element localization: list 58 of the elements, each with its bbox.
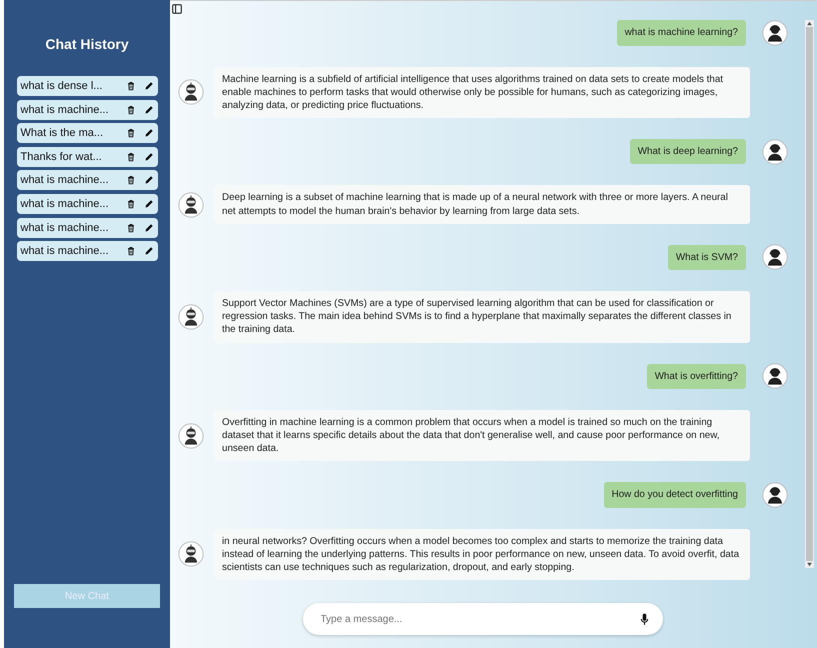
microphone-icon[interactable] [640,612,648,626]
sidebar-toggle-icon[interactable] [172,4,182,14]
user-avatar-icon [762,363,788,390]
trash-icon[interactable] [126,128,136,138]
pencil-icon[interactable] [144,222,154,233]
robot-avatar-icon [178,304,204,330]
user-message: What is overfitting? [646,364,746,389]
history-item-title: what is machine... [20,245,110,258]
history-item[interactable]: What is the ma... [16,123,158,144]
history-item-title: what is dense l... [20,80,104,92]
history-item-title: What is the ma... [20,127,104,140]
pencil-icon[interactable] [144,152,154,162]
user-message: What is deep learning? [630,139,746,164]
pencil-icon[interactable] [144,198,154,209]
trash-icon[interactable] [126,81,136,91]
history-item[interactable]: what is machine... [16,100,158,120]
user-avatar-icon [762,244,788,270]
history-item[interactable]: what is dense l... [16,76,158,96]
user-message: What is SVM? [668,244,746,270]
trash-icon[interactable] [126,222,136,233]
history-item-title: what is machine... [20,104,110,116]
robot-avatar-icon [178,192,204,218]
sidebar-title: Chat History [45,36,129,52]
history-item[interactable]: what is machine... [16,241,158,262]
trash-icon[interactable] [126,198,136,209]
bot-message: Machine learning is a subfield of artificial intelligence that uses algorithms trained on data sets to create models that enable machines to perform tasks that would otherwise only be possible for humans, such as categorizing images, analyzing data, or predicting price fluctuations. [214,66,750,118]
message-input[interactable]: Type a message... [302,603,662,635]
pencil-icon[interactable] [144,246,154,256]
history-item[interactable]: what is machine... [16,218,158,238]
user-avatar-icon [762,482,788,508]
robot-avatar-icon [178,422,204,449]
trash-icon[interactable] [126,104,136,115]
robot-avatar-icon [178,79,204,106]
user-avatar-icon [762,138,788,165]
user-avatar-icon [762,20,788,46]
robot-avatar-icon [178,541,204,568]
trash-icon[interactable] [126,152,136,162]
history-item-title: what is machine... [20,174,110,186]
trash-icon[interactable] [126,246,136,256]
bot-message: Deep learning is a subset of machine learning that is made up of a neural network with three or more layers. A neural net attempts to model the human brain's behavior by learning from large data sets. [214,185,750,224]
pencil-icon[interactable] [144,175,154,186]
scrollbar-thumb[interactable] [806,27,813,561]
pencil-icon[interactable] [144,104,154,115]
scrollbar[interactable] [805,20,814,568]
history-item-title: what is machine... [20,222,110,234]
trash-icon[interactable] [126,175,136,186]
history-item[interactable]: what is machine... [16,170,158,190]
pencil-icon[interactable] [144,81,154,91]
user-message: How do you detect overfitting [604,482,746,508]
history-item-title: Thanks for wat... [20,150,103,163]
bot-message: Overfitting in machine learning is a common problem that occurs when a model is trained so much on the training dataset that it learns specific details about the data that don't generalise well, and cause poor performance on new, unseen data. [214,410,750,462]
history-item[interactable]: what is machine... [16,194,158,214]
bot-message: in neural networks? Overfitting occurs when a model becomes too complex and starts to memorize the training data instead of learning the underlying patterns. This results in poor performance on new, unseen data. To avoid overfit, data scientists can use techniques such as regularization, dropout, and early stopping. [214,528,750,580]
user-message: what is machine learning? [616,20,746,46]
history-item[interactable]: Thanks for wat... [16,146,158,167]
bot-message: Support Vector Machines (SVMs) are a type of supervised learning algorithm that can be used for classification or regression tasks. The main idea behind SVMs is to find a hyperplane that maximally separates the different classes in the training data. [214,290,750,343]
pencil-icon[interactable] [144,128,154,138]
history-item-title: what is machine... [20,198,110,210]
